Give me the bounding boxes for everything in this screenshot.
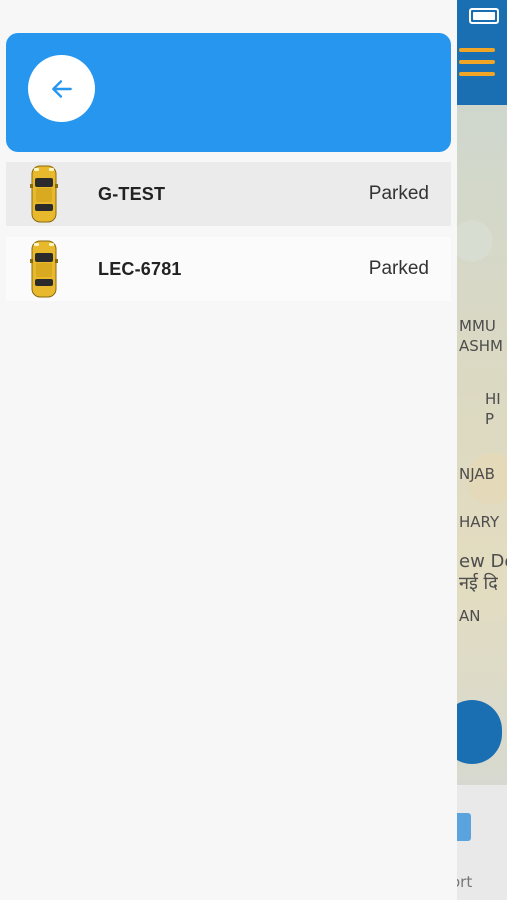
vehicle-name: LEC-6781 bbox=[98, 258, 182, 279]
map-view[interactable]: MMU ASHM HI P NJAB HARY ew De नई दि AN bbox=[457, 105, 507, 785]
map-label: ew De bbox=[459, 551, 507, 572]
vehicle-row-g-test[interactable]: G-TEST Parked bbox=[6, 162, 451, 226]
vehicle-drawer: G-TEST Parked LEC-6781 Parked bbox=[0, 0, 457, 900]
background-map-app: MMU ASHM HI P NJAB HARY ew De नई दि AN o… bbox=[457, 0, 507, 900]
vehicle-status: Parked bbox=[368, 183, 429, 204]
map-label: ASHM bbox=[459, 337, 504, 355]
map-label: नई दि bbox=[459, 573, 498, 594]
vehicle-row-lec-6781[interactable]: LEC-6781 Parked bbox=[6, 237, 451, 301]
map-label: MMU bbox=[459, 317, 496, 335]
car-icon bbox=[30, 240, 58, 298]
arrow-left-icon bbox=[51, 79, 72, 98]
report-icon[interactable] bbox=[457, 813, 471, 841]
map-label: P bbox=[485, 410, 495, 428]
map-app-bottom-nav: ort bbox=[457, 785, 507, 900]
map-label: HARY bbox=[459, 513, 500, 531]
map-label: NJAB bbox=[459, 465, 495, 483]
drawer-header bbox=[6, 33, 451, 152]
map-app-topbar bbox=[457, 0, 507, 105]
hamburger-icon[interactable] bbox=[459, 48, 495, 84]
map-label: HI bbox=[485, 390, 501, 408]
back-button[interactable] bbox=[28, 55, 95, 122]
vehicle-list: G-TEST Parked LEC-6781 Parked bbox=[6, 162, 451, 312]
car-icon bbox=[30, 165, 58, 223]
vehicle-status: Parked bbox=[368, 258, 429, 279]
map-label: AN bbox=[459, 607, 481, 625]
battery-icon bbox=[469, 8, 499, 24]
bottom-nav-label[interactable]: ort bbox=[457, 873, 472, 891]
vehicle-name: G-TEST bbox=[98, 183, 166, 204]
